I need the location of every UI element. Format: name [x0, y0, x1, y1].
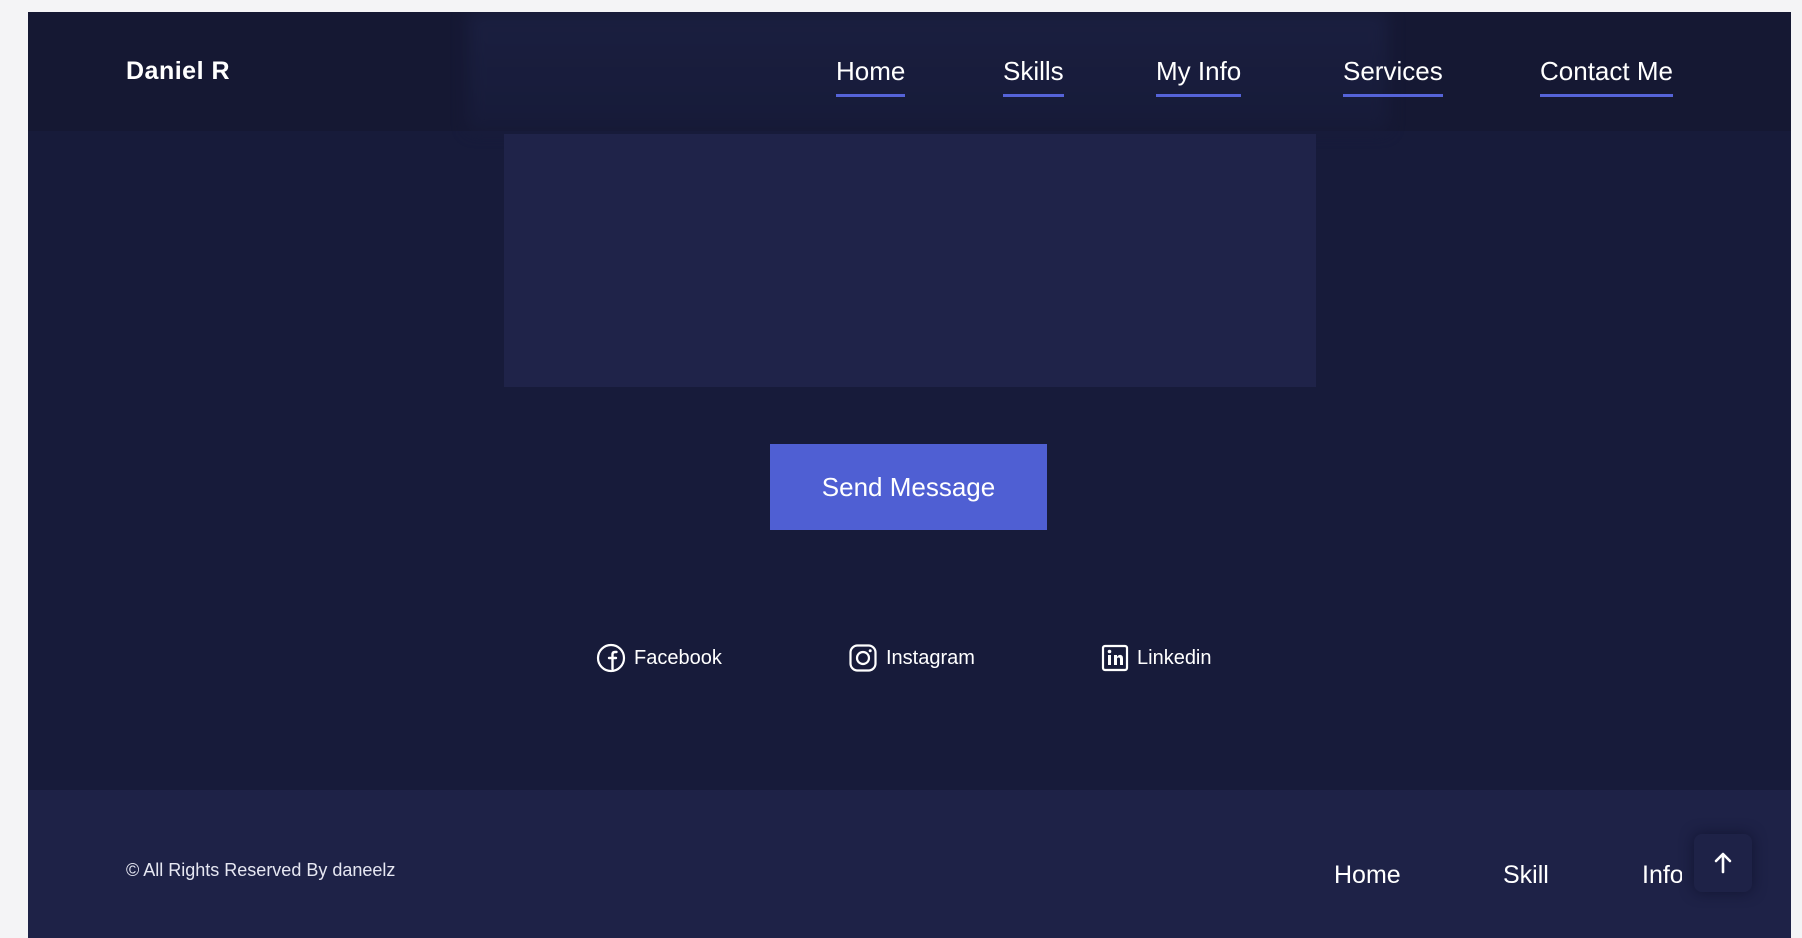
scroll-to-top-button[interactable]: [1694, 834, 1752, 892]
instagram-icon: [849, 644, 877, 672]
nav-contact-me[interactable]: Contact Me: [1540, 56, 1673, 97]
social-label: Instagram: [886, 646, 975, 669]
navbar-backdrop: [468, 12, 1388, 131]
navbar: Daniel R Home Skills My Info Services Co…: [28, 12, 1791, 131]
page-frame: Daniel R Home Skills My Info Services Co…: [28, 12, 1791, 938]
social-link-instagram[interactable]: Instagram: [848, 641, 975, 675]
message-textarea[interactable]: [504, 134, 1316, 387]
arrow-up-icon: [1714, 852, 1732, 874]
footer: © All Rights Reserved By daneelz Home Sk…: [28, 790, 1791, 938]
social-link-linkedin[interactable]: Linkedin: [1101, 641, 1212, 675]
brand-logo[interactable]: Daniel R: [126, 57, 230, 86]
footer-nav-home[interactable]: Home: [1334, 861, 1401, 890]
footer-nav-skill[interactable]: Skill: [1503, 861, 1549, 890]
footer-nav-info[interactable]: Info: [1642, 861, 1682, 890]
social-label: Facebook: [634, 646, 722, 669]
social-link-facebook[interactable]: Facebook: [596, 641, 722, 675]
footer-nav-info-clip: Info: [1642, 850, 1682, 900]
linkedin-icon: [1101, 644, 1129, 672]
social-label: Linkedin: [1137, 646, 1212, 669]
nav-my-info[interactable]: My Info: [1156, 56, 1242, 97]
facebook-icon: [596, 643, 626, 673]
copyright-text: © All Rights Reserved By daneelz: [126, 860, 396, 880]
nav-services[interactable]: Services: [1343, 56, 1443, 97]
nav-skills[interactable]: Skills: [1003, 56, 1064, 97]
nav-home[interactable]: Home: [836, 56, 906, 97]
send-message-button[interactable]: Send Message: [770, 444, 1047, 530]
